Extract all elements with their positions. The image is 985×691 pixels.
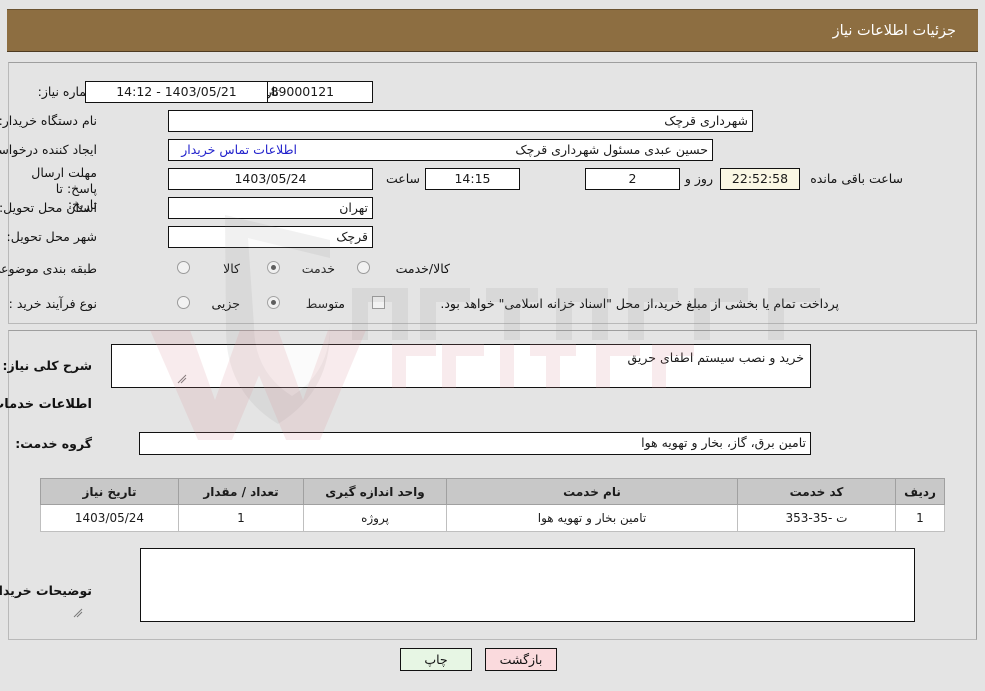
- treasury-note-label: پرداخت تمام یا بخشی از مبلغ خرید،از محل …: [440, 296, 839, 311]
- buyer-contact-link[interactable]: اطلاعات تماس خریدار: [181, 142, 297, 158]
- table-header-row: ردیف کد خدمت نام خدمت واحد اندازه گیری ت…: [40, 478, 945, 505]
- remaining-days-label: روز و: [684, 171, 713, 186]
- radio-category-kala-label: کالا: [223, 261, 240, 276]
- general-desc-label: شرح کلی نیاز:: [2, 358, 92, 373]
- treasury-checkbox[interactable]: [372, 296, 385, 309]
- province-label: استان محل تحویل:: [0, 200, 97, 215]
- radio-category-khedmat-label: خدمت: [301, 261, 335, 276]
- radio-category-khedmat[interactable]: [267, 261, 280, 274]
- service-group-value: تامین برق، گاز، بخار و تهویه هوا: [139, 432, 811, 455]
- th-row: ردیف: [895, 478, 945, 505]
- general-desc-textarea[interactable]: خرید و نصب سیستم اطفای حریق: [111, 344, 811, 388]
- back-button[interactable]: بازگشت: [485, 648, 557, 671]
- page-header: جزئیات اطلاعات نیاز: [7, 9, 978, 52]
- table-row: 1 ت -35-353 تامین بخار و تهویه هوا پروژه…: [40, 504, 945, 532]
- remaining-clock-value: 22:52:58: [720, 168, 800, 190]
- td-quantity: 1: [178, 504, 304, 532]
- province-value: تهران: [168, 197, 373, 219]
- td-unit: پروژه: [303, 504, 447, 532]
- buyer-notes-textarea[interactable]: [140, 548, 915, 622]
- th-code: کد خدمت: [737, 478, 896, 505]
- th-need-date: تاریخ نیاز: [40, 478, 179, 505]
- deadline-time-value: 14:15: [425, 168, 520, 190]
- remaining-days-value: 2: [585, 168, 680, 190]
- td-need-date: 1403/05/24: [40, 504, 179, 532]
- process-label: نوع فرآیند خرید :: [8, 296, 97, 311]
- td-row: 1: [895, 504, 945, 532]
- th-quantity: تعداد / مقدار: [178, 478, 304, 505]
- page-root: جزئیات اطلاعات نیاز شماره نیاز: 11030951…: [0, 0, 985, 691]
- services-table: ردیف کد خدمت نام خدمت واحد اندازه گیری ت…: [40, 478, 945, 532]
- buyer-notes-label: توضیحات خریدار:: [0, 583, 92, 598]
- request-creator-label: ایجاد کننده درخواست:: [0, 142, 97, 157]
- radio-category-kala-khedmat-label: کالا/خدمت: [395, 261, 450, 276]
- deadline-date-value: 1403/05/24: [168, 168, 373, 190]
- city-label: شهر محل تحویل:: [6, 229, 97, 244]
- radio-category-kala-khedmat[interactable]: [357, 261, 370, 274]
- td-name: تامین بخار و تهویه هوا: [446, 504, 738, 532]
- print-button[interactable]: چاپ: [400, 648, 472, 671]
- radio-process-motavaset-label: متوسط: [305, 296, 345, 311]
- remaining-suffix-label: ساعت باقی مانده: [810, 171, 903, 186]
- page-title: جزئیات اطلاعات نیاز: [832, 22, 956, 39]
- service-group-label: گروه خدمت:: [15, 436, 92, 451]
- radio-process-jozei-label: جزیی: [211, 296, 240, 311]
- th-name: نام خدمت: [446, 478, 738, 505]
- td-code: ت -35-353: [737, 504, 896, 532]
- deadline-hour-label: ساعت: [385, 171, 420, 186]
- radio-category-kala[interactable]: [177, 261, 190, 274]
- th-unit: واحد اندازه گیری: [303, 478, 447, 505]
- services-section-heading: اطلاعات خدمات مورد نیاز: [0, 397, 92, 412]
- category-label: طبقه بندی موضوعی:: [0, 261, 97, 276]
- buyer-org-label: نام دستگاه خریدار:: [0, 113, 97, 128]
- city-value: قرچک: [168, 226, 373, 248]
- radio-process-motavaset[interactable]: [267, 296, 280, 309]
- buyer-org-value: شهرداری قرچک: [168, 110, 753, 132]
- announce-datetime-value: 1403/05/21 - 14:12: [85, 81, 268, 103]
- radio-process-jozei[interactable]: [177, 296, 190, 309]
